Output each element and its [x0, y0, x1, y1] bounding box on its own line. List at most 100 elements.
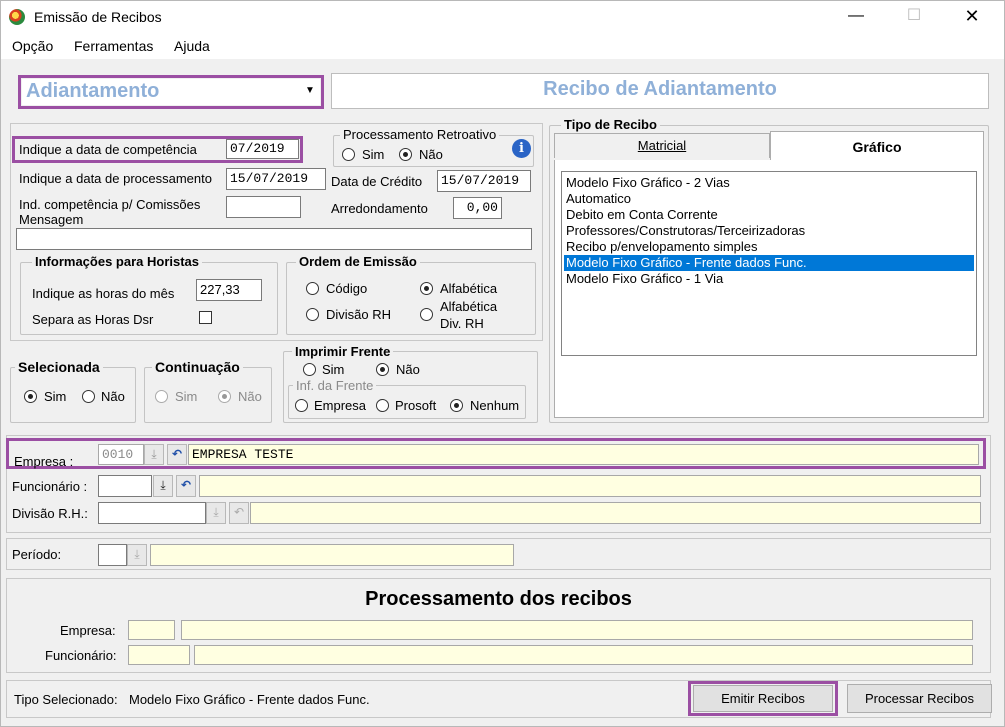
tab-matricial[interactable]: Matricial: [554, 133, 770, 158]
funcionario-undo-icon[interactable]: ↶: [176, 475, 196, 497]
ordem-alfabetica-radio[interactable]: [420, 282, 433, 295]
inf-nenhum-label: Nenhum: [470, 398, 520, 413]
ordem-divisao-label: Divisão RH: [326, 307, 392, 322]
retroativo-nao-radio[interactable]: [399, 148, 412, 161]
comissoes-label: Ind. competência p/ Comissões: [19, 197, 201, 212]
processamento-input[interactable]: 15/07/2019: [226, 168, 326, 190]
list-item[interactable]: Professores/Construtoras/Terceirizadoras: [564, 223, 974, 239]
processar-recibos-button[interactable]: Processar Recibos: [847, 684, 992, 713]
ordem-group: [286, 262, 536, 335]
processamento-label: Indique a data de processamento: [19, 171, 212, 186]
divisao-name-input[interactable]: [250, 502, 981, 524]
periodo-code-input[interactable]: [98, 544, 127, 566]
competencia-input[interactable]: 07/2019: [226, 139, 299, 159]
proc-empresa-name: [181, 620, 973, 640]
inf-empresa-label: Empresa: [314, 398, 367, 413]
proc-funcionario-name: [194, 645, 973, 665]
retroativo-sim-label: Sim: [362, 147, 385, 162]
maximize-icon[interactable]: ☐: [891, 1, 937, 33]
empresa-code-input[interactable]: 0010: [98, 444, 144, 465]
funcionario-code-input[interactable]: [98, 475, 152, 497]
mensagem-label: Mensagem: [19, 212, 84, 227]
imprimir-nao-label: Não: [396, 362, 420, 377]
list-item[interactable]: Automatico: [564, 191, 974, 207]
credito-label: Data de Crédito: [331, 174, 423, 189]
dsr-checkbox[interactable]: [199, 311, 212, 324]
competencia-label: Indique a data de competência: [19, 142, 197, 157]
ordem-alfa-div-radio[interactable]: [420, 308, 433, 321]
ordem-codigo-radio[interactable]: [306, 282, 319, 295]
imprimir-frente-title: Imprimir Frente: [292, 344, 394, 359]
divisao-download-icon[interactable]: ⤓: [206, 502, 226, 524]
tipo-selecionado-value: Modelo Fixo Gráfico - Frente dados Func.: [129, 692, 370, 707]
ordem-alfa-div-label-2: Div. RH: [440, 316, 484, 331]
inf-prosoft-radio[interactable]: [376, 399, 389, 412]
continuacao-nao-radio[interactable]: [218, 390, 231, 403]
empresa-label: Empresa :: [14, 454, 74, 469]
menu-opcao[interactable]: Opção: [12, 38, 53, 54]
list-item[interactable]: Modelo Fixo Gráfico - 1 Via: [564, 271, 974, 287]
divisao-label: Divisão R.H.:: [12, 506, 88, 521]
retroativo-sim-radio[interactable]: [342, 148, 355, 161]
funcionario-download-icon[interactable]: ⤓: [153, 475, 173, 497]
selecionada-nao-radio[interactable]: [82, 390, 95, 403]
processamento-title: Processamento dos recibos: [365, 588, 632, 610]
ordem-alfabetica-label: Alfabética: [440, 281, 498, 296]
empresa-name-input[interactable]: EMPRESA TESTE: [188, 444, 979, 465]
type-select[interactable]: Adiantamento ▼: [22, 79, 320, 105]
continuacao-sim-radio[interactable]: [155, 390, 168, 403]
info-icon[interactable]: i: [512, 139, 531, 158]
tab-grafico[interactable]: Gráfico: [770, 131, 984, 161]
selecionada-sim-label: Sim: [44, 389, 67, 404]
funcionario-label: Funcionário :: [12, 479, 88, 494]
comissoes-input[interactable]: [226, 196, 301, 218]
empresa-undo-icon[interactable]: ↶: [167, 444, 187, 465]
horistas-title: Informações para Horistas: [32, 254, 203, 269]
proc-funcionario-label: Funcionário:: [45, 648, 117, 663]
banner-title: Recibo de Adiantamento: [543, 78, 777, 100]
arredondamento-input[interactable]: 0,00: [453, 197, 502, 219]
divisao-code-input[interactable]: [98, 502, 206, 524]
continuacao-sim-label: Sim: [175, 389, 198, 404]
inf-nenhum-radio[interactable]: [450, 399, 463, 412]
dropdown-arrow-icon[interactable]: ▼: [305, 85, 315, 96]
empresa-download-icon[interactable]: ⤓: [144, 444, 164, 465]
recibo-listbox[interactable]: Modelo Fixo Gráfico - 2 Vias Automatico …: [561, 171, 977, 356]
periodo-name-input[interactable]: [150, 544, 514, 566]
title-bar: Emissão de Recibos — ☐ ✕: [1, 1, 1004, 33]
imprimir-sim-radio[interactable]: [303, 363, 316, 376]
ordem-title: Ordem de Emissão: [296, 254, 420, 269]
emitir-recibos-label: Emitir Recibos: [721, 691, 805, 706]
tab-grafico-label: Gráfico: [852, 139, 902, 155]
funcionario-name-input[interactable]: [199, 475, 981, 497]
menu-bar: Opção Ferramentas Ajuda: [1, 33, 1004, 59]
list-item[interactable]: Recibo p/envelopamento simples: [564, 239, 974, 255]
divisao-undo-icon[interactable]: ↶: [229, 502, 249, 524]
inf-empresa-radio[interactable]: [295, 399, 308, 412]
menu-ferramentas[interactable]: Ferramentas: [74, 38, 153, 54]
list-item[interactable]: Modelo Fixo Gráfico - 2 Vias: [564, 175, 974, 191]
ordem-divisao-radio[interactable]: [306, 308, 319, 321]
list-item-selected[interactable]: Modelo Fixo Gráfico - Frente dados Func.: [564, 255, 974, 271]
mensagem-input[interactable]: [16, 228, 532, 250]
periodo-download-icon[interactable]: ⤓: [127, 544, 147, 566]
horas-input[interactable]: 227,33: [196, 279, 262, 301]
selecionada-nao-label: Não: [101, 389, 125, 404]
imprimir-nao-radio[interactable]: [376, 363, 389, 376]
selecionada-sim-radio[interactable]: [24, 390, 37, 403]
credito-input[interactable]: 15/07/2019: [437, 170, 531, 192]
tipo-recibo-title: Tipo de Recibo: [561, 117, 660, 132]
list-item[interactable]: Debito em Conta Corrente: [564, 207, 974, 223]
processar-recibos-label: Processar Recibos: [864, 691, 975, 706]
retroativo-title: Processamento Retroativo: [340, 127, 500, 142]
arredondamento-label: Arredondamento: [331, 201, 428, 216]
ordem-alfa-div-label-1: Alfabética: [440, 299, 498, 314]
menu-ajuda[interactable]: Ajuda: [174, 38, 210, 54]
minimize-icon[interactable]: —: [833, 1, 879, 33]
proc-funcionario-code: [128, 645, 190, 665]
close-icon[interactable]: ✕: [949, 1, 995, 33]
emitir-recibos-button[interactable]: Emitir Recibos: [693, 685, 833, 712]
dsr-label: Separa as Horas Dsr: [32, 312, 154, 327]
app-icon: [9, 9, 25, 25]
imprimir-sim-label: Sim: [322, 362, 345, 377]
